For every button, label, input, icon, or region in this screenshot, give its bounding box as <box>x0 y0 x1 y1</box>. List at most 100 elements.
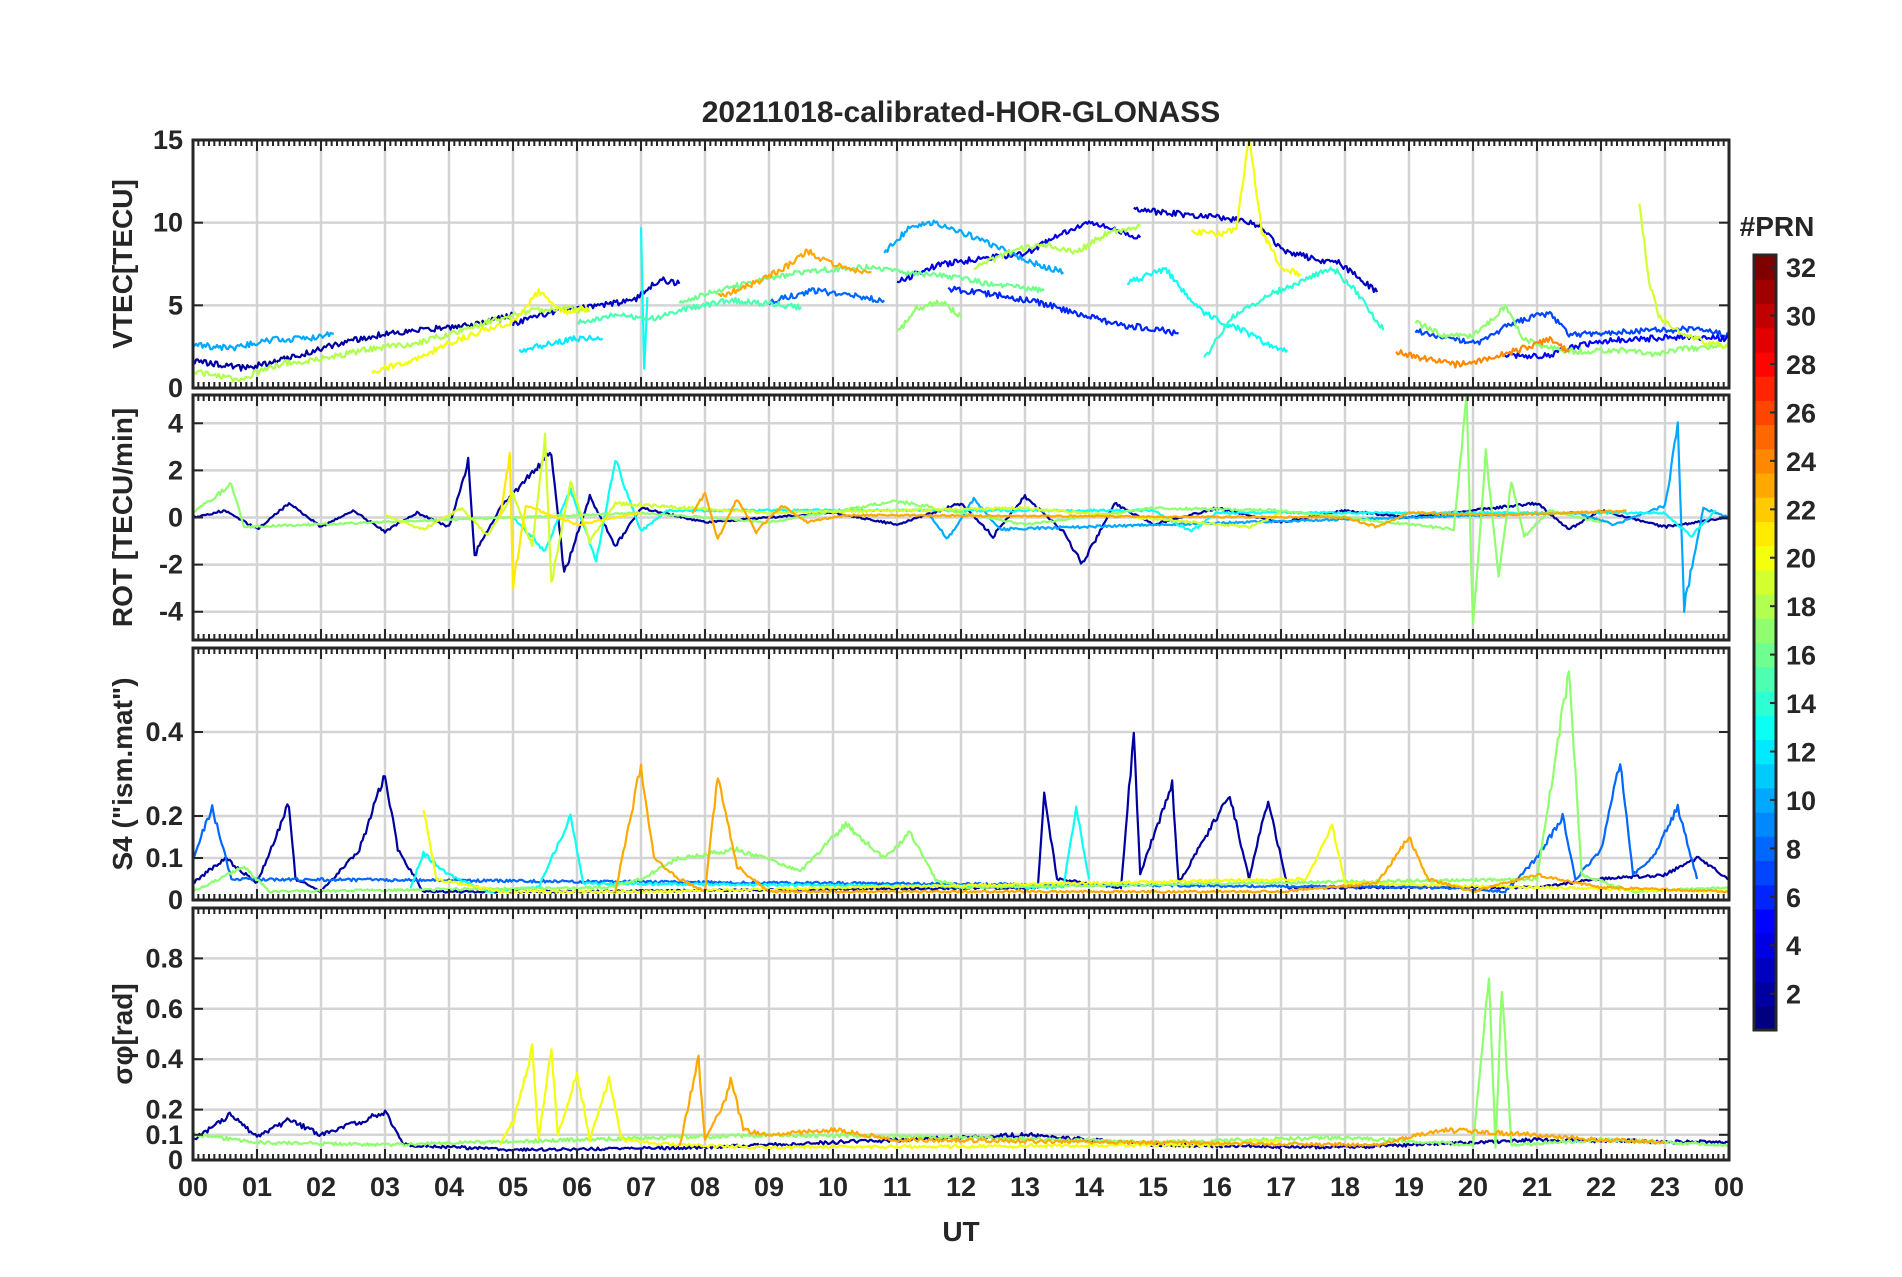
y-tick-label: 0 <box>168 373 183 403</box>
x-tick-label: 12 <box>946 1172 976 1202</box>
y-tick-label: 0 <box>168 885 183 915</box>
colorbar-tick-label: 28 <box>1786 350 1816 380</box>
series-prn-8 <box>193 763 1699 894</box>
colorbar-tick-label: 22 <box>1786 495 1816 525</box>
y-axis-label-rot: ROT [TECU/min] <box>107 408 138 627</box>
chart-canvas: 20211018-calibrated-HOR-GLONASS 051015VT… <box>107 96 1816 1247</box>
y-tick-label: 0 <box>168 503 183 533</box>
colorbar-cell <box>1754 618 1776 644</box>
colorbar-tick-label: 26 <box>1786 398 1816 428</box>
y-tick-label: 5 <box>168 290 183 320</box>
colorbar-cell <box>1754 521 1776 547</box>
y-axis-label-vtec: VTEC[TECU] <box>107 179 138 349</box>
x-tick-label: 13 <box>1010 1172 1040 1202</box>
y-tick-label: 0.2 <box>145 801 183 831</box>
colorbar-cell <box>1754 472 1776 498</box>
series-prn-20 <box>1190 140 1302 278</box>
x-tick-label: 05 <box>498 1172 528 1202</box>
y-tick-label: 0.8 <box>145 943 183 973</box>
colorbar-cell <box>1754 327 1776 353</box>
y-axis-label-sigma: σφ[rad] <box>107 983 138 1084</box>
colorbar-label: #PRN <box>1740 211 1815 242</box>
panel-rot: -4 -2 0 2 4 ROT [TECU/min] <box>107 393 1731 642</box>
colorbar-tick-label: 18 <box>1786 592 1816 622</box>
y-tick-label: 10 <box>153 208 183 238</box>
colorbar-tick-label: 14 <box>1786 689 1816 719</box>
colorbar-cell <box>1754 812 1776 837</box>
x-tick-label: 21 <box>1522 1172 1552 1202</box>
series-prn-6 <box>947 285 1179 337</box>
x-tick-label: 23 <box>1650 1172 1680 1202</box>
series-prn-2 <box>193 311 514 372</box>
x-tick-label: 18 <box>1330 1172 1360 1202</box>
colorbar-tick-label: 6 <box>1786 883 1801 913</box>
x-axis-label: UT <box>942 1216 979 1247</box>
series-prn-10 <box>193 331 335 352</box>
y-tick-label: -4 <box>159 597 183 627</box>
colorbar-tick-label: 24 <box>1786 447 1816 477</box>
colorbar-tick-label: 32 <box>1786 253 1816 283</box>
series-prn-17 <box>1414 304 1729 358</box>
colorbar-cell <box>1754 908 1776 934</box>
colorbar-cell <box>1754 763 1776 789</box>
x-tick-label: 22 <box>1586 1172 1616 1202</box>
series-prn-13 <box>1126 267 1289 353</box>
colorbar-cell <box>1754 957 1776 983</box>
y-tick-label: 0.1 <box>145 843 183 873</box>
x-tick-label: 06 <box>562 1172 592 1202</box>
series-prn-8 <box>768 287 885 306</box>
series-prn-3 <box>1133 206 1379 293</box>
colorbar-tick-label: 10 <box>1786 786 1816 816</box>
panel-s4: 0 0.1 0.2 0.4S4 ("ism.mat") <box>107 646 1731 915</box>
panel-vtec: 0 5 10 15 VTEC[TECU] <box>107 125 1731 403</box>
x-tick-label: 16 <box>1202 1172 1232 1202</box>
colorbar-cell <box>1754 715 1776 740</box>
colorbar-tick-label: 4 <box>1786 931 1801 961</box>
colorbar-cell <box>1754 666 1776 692</box>
colorbar-cell <box>1754 279 1776 305</box>
series-prn-19 <box>1638 203 1729 349</box>
series-prn-14 <box>1203 266 1385 358</box>
chart-title: 20211018-calibrated-HOR-GLONASS <box>702 96 1221 129</box>
y-tick-label: 0.4 <box>145 1044 183 1074</box>
x-tick-label: 00 <box>1714 1172 1744 1202</box>
x-tick-label: 14 <box>1074 1172 1104 1202</box>
y-tick-label: 0.6 <box>145 994 183 1024</box>
y-tick-label: 15 <box>153 125 183 155</box>
x-tick-label: 11 <box>883 1172 912 1202</box>
colorbar-tick-label: 2 <box>1786 980 1801 1010</box>
y-tick-label: 4 <box>168 408 183 438</box>
x-tick-label: 07 <box>626 1172 656 1202</box>
series-prn-12 <box>518 334 604 353</box>
x-tick-label: 09 <box>754 1172 784 1202</box>
x-tick-label: 08 <box>690 1172 720 1202</box>
y-tick-label: 0.2 <box>145 1095 183 1125</box>
x-tick-label: 17 <box>1266 1172 1296 1202</box>
series-prn-24 <box>1395 336 1570 369</box>
x-tick-label: 20 <box>1458 1172 1488 1202</box>
colorbar-cell <box>1754 376 1776 401</box>
x-tick-label: 04 <box>434 1172 464 1202</box>
x-tick-label: 15 <box>1138 1172 1168 1202</box>
series-prn-23 <box>678 1054 1666 1148</box>
colorbar-cell <box>1754 424 1776 450</box>
x-tick-label: 19 <box>1394 1172 1424 1202</box>
x-tick-label: 00 <box>178 1172 208 1202</box>
y-axis-label-s4: S4 ("ism.mat") <box>107 677 138 870</box>
x-tick-label: 02 <box>306 1172 336 1202</box>
x-tick-label: 03 <box>370 1172 400 1202</box>
y-tick-label: -2 <box>159 550 183 580</box>
colorbar-cell <box>1754 1005 1776 1031</box>
y-tick-label: 2 <box>168 455 183 485</box>
colorbar-tick-label: 12 <box>1786 737 1816 767</box>
series-prn-18 <box>973 223 1142 271</box>
panel-sigma: 00.10.20.40.60.8σφ[rad] <box>107 906 1731 1175</box>
x-tick-label: 01 <box>242 1172 272 1202</box>
colorbar-tick-label: 16 <box>1786 641 1816 671</box>
colorbar-tick-label: 20 <box>1786 544 1816 574</box>
x-tick-label: 10 <box>818 1172 848 1202</box>
colorbar-tick-label: 30 <box>1786 302 1816 332</box>
colorbar-cell <box>1754 860 1776 886</box>
colorbar-cell <box>1754 569 1776 595</box>
y-tick-label: 0.4 <box>145 717 183 747</box>
